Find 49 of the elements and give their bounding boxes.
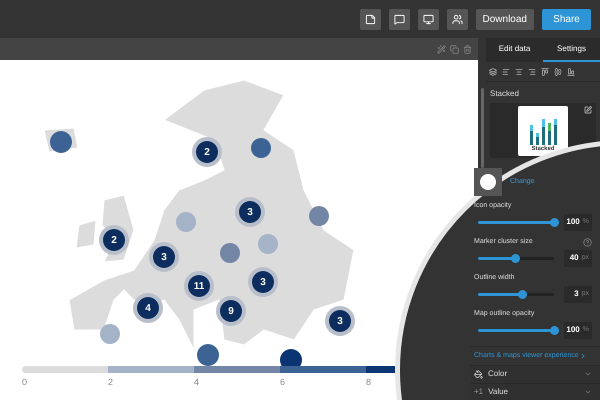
scrollbar[interactable]: [480, 88, 484, 168]
map-marker: 3: [252, 271, 274, 293]
note-icon: [364, 14, 376, 24]
legend-tick-label: 2: [108, 377, 114, 387]
value-text: 100: [566, 324, 580, 336]
plus-one-icon: +1: [474, 386, 484, 398]
note-button[interactable]: [360, 8, 381, 30]
help-icon[interactable]: [583, 238, 592, 246]
panel-tab[interactable]: Edit data: [486, 38, 543, 62]
map-marker: 2: [196, 141, 218, 163]
align-right-icon[interactable]: [528, 68, 536, 76]
value-text: 100: [566, 216, 580, 228]
section-label: Color: [488, 368, 508, 380]
map-marker: 2: [103, 229, 125, 251]
map-marker: 3: [153, 246, 175, 268]
align-middle-icon[interactable]: [554, 68, 562, 76]
edit-icon[interactable]: [584, 106, 592, 114]
panel-tab[interactable]: Settings: [543, 38, 600, 62]
legend-tick-label: 0: [22, 377, 28, 387]
legend-tick-label: 4: [194, 377, 200, 387]
map-marker: 9: [220, 300, 242, 322]
comment-button[interactable]: [388, 8, 410, 30]
align-top-icon[interactable]: [541, 68, 549, 76]
paint-bucket-icon: [474, 370, 483, 379]
monitor-icon: [422, 14, 434, 24]
value-text: 40: [570, 252, 579, 264]
icon-swatch[interactable]: [474, 168, 502, 196]
legend-tick-label: 6: [280, 377, 286, 387]
align-left-icon[interactable]: [502, 68, 510, 76]
layers-icon[interactable]: [489, 68, 497, 76]
magic-wand-icon[interactable]: [437, 44, 446, 54]
value-text: 3: [574, 288, 579, 300]
legend-tick-label: 8: [366, 377, 372, 387]
map-marker: 11: [188, 275, 210, 297]
map-marker: 4: [137, 297, 159, 319]
trash-icon[interactable]: [463, 44, 472, 54]
users-icon: [452, 14, 463, 24]
layout-label: Stacked: [489, 88, 520, 100]
map-marker: 3: [329, 310, 351, 332]
download-button[interactable]: Download: [476, 8, 534, 30]
map-marker: 3: [239, 201, 261, 223]
comment-icon: [394, 14, 405, 24]
users-button[interactable]: [446, 8, 468, 30]
align-bottom-icon[interactable]: [567, 68, 575, 76]
section-label: Value: [488, 386, 509, 398]
align-center-icon[interactable]: [515, 68, 523, 76]
copy-icon[interactable]: [450, 44, 459, 54]
monitor-button[interactable]: [418, 8, 439, 30]
bar-chart-icon: [528, 116, 558, 144]
